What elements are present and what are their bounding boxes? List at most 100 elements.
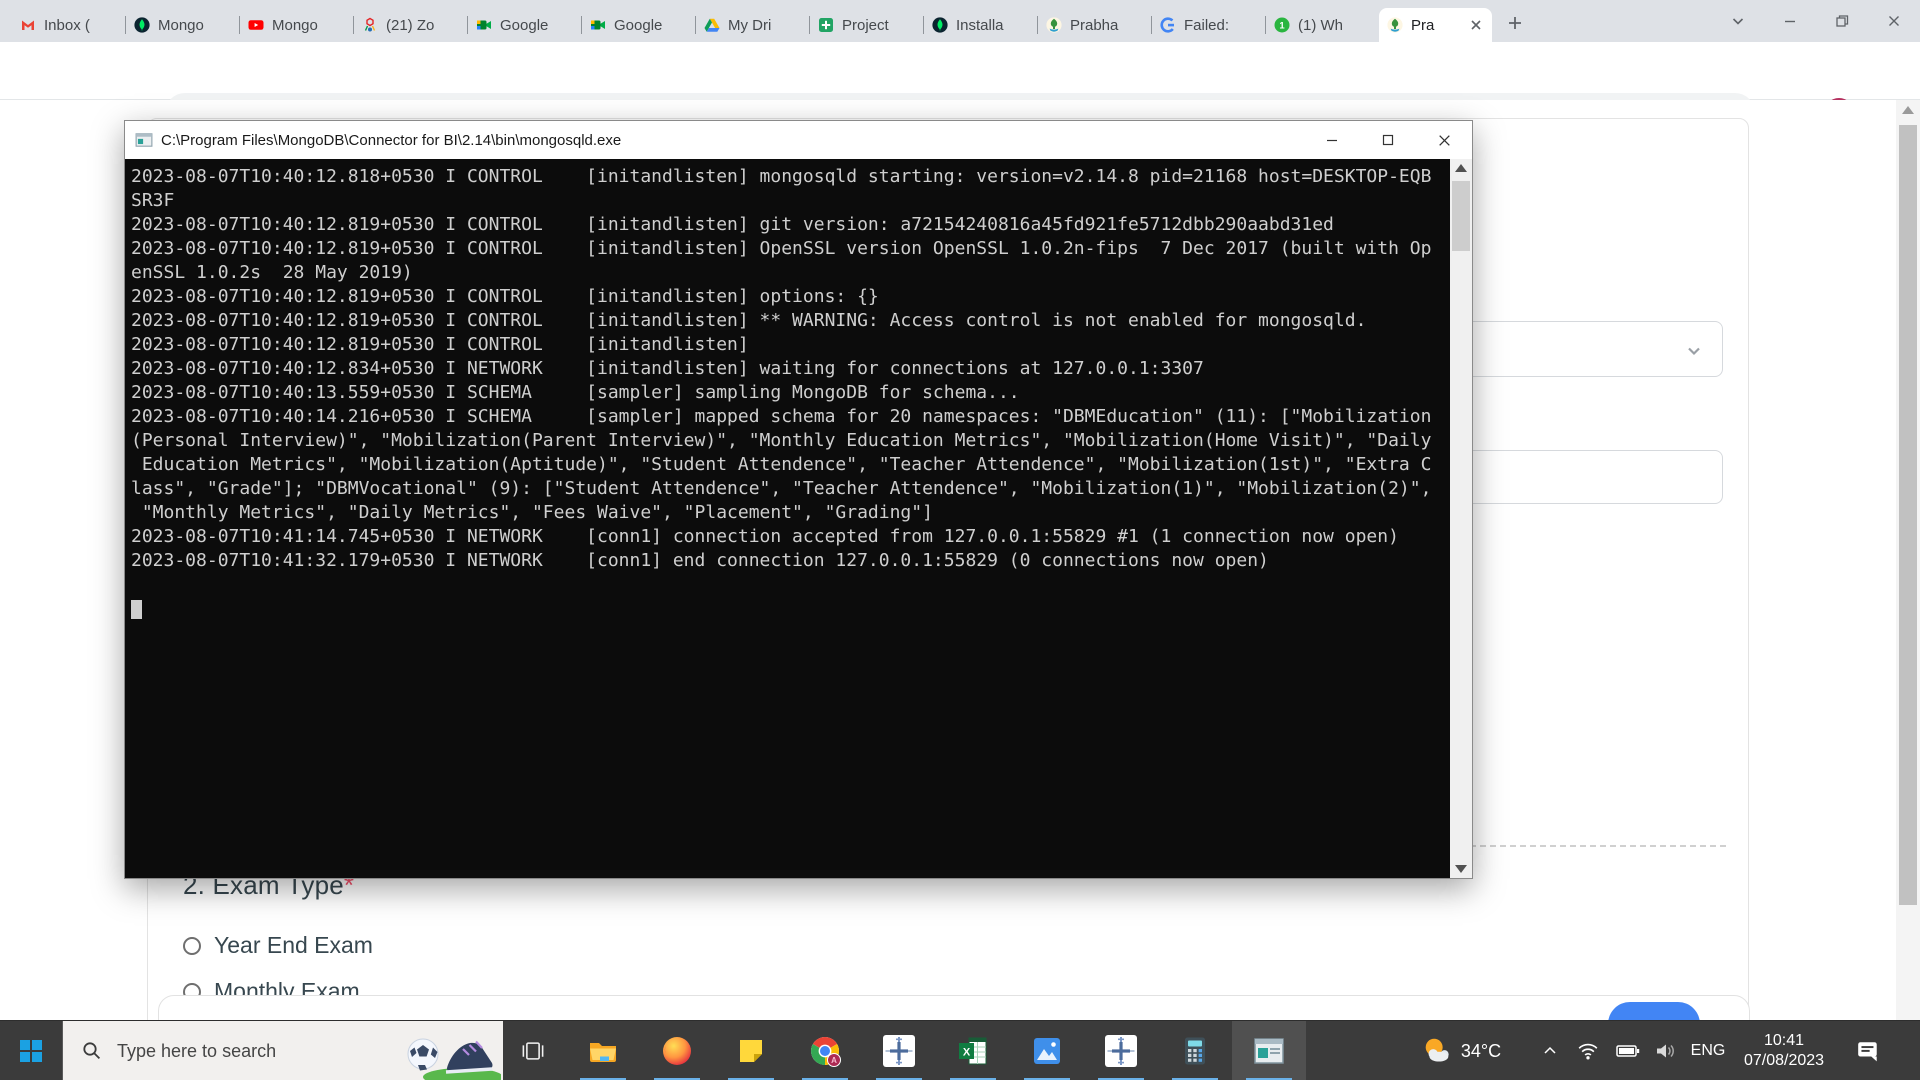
- volume-status[interactable]: [1648, 1021, 1684, 1080]
- action-center-button[interactable]: [1844, 1021, 1892, 1080]
- close-tab-icon[interactable]: [1468, 17, 1484, 33]
- tableau-icon: [1105, 1035, 1137, 1067]
- windows-logo-icon: [19, 1039, 43, 1063]
- excel-taskbar-button[interactable]: X: [936, 1021, 1010, 1080]
- tab-strip-tabs: Inbox (MongoMongo(21) ZoGoogleGoogleMy D…: [0, 0, 1492, 42]
- mongodb-icon: [134, 17, 150, 33]
- mongodb-icon: [932, 17, 948, 33]
- notification-icon: [1856, 1039, 1880, 1063]
- console-body[interactable]: 2023-08-07T10:40:12.818+0530 I CONTROL […: [125, 159, 1450, 878]
- calculator-taskbar-button[interactable]: [1158, 1021, 1232, 1080]
- tab-title: (1) Wh: [1298, 17, 1371, 34]
- console-icon: [135, 131, 153, 149]
- photos-taskbar-button[interactable]: [1010, 1021, 1084, 1080]
- tab-1-wh[interactable]: 1 (1) Wh: [1266, 8, 1379, 42]
- console-log-line: 2023-08-07T10:40:12.834+0530 I NETWORK […: [131, 357, 1450, 381]
- plus-icon: [1505, 13, 1525, 33]
- football-doodle: [397, 1027, 501, 1080]
- tab-my-dri[interactable]: My Dri: [696, 8, 809, 42]
- language-indicator[interactable]: ENG: [1686, 1021, 1730, 1080]
- tab-google[interactable]: Google: [582, 8, 695, 42]
- minimize-window-button[interactable]: [1764, 0, 1816, 42]
- search-placeholder: Type here to search: [117, 1041, 276, 1062]
- page-scrollbar-thumb[interactable]: [1899, 125, 1917, 905]
- tab-21-zo[interactable]: (21) Zo: [354, 8, 467, 42]
- tab-title: Prabha: [1070, 17, 1143, 34]
- console-log-line: 2023-08-07T10:40:14.216+0530 I SCHEMA [s…: [131, 405, 1450, 429]
- console-log-line: 2023-08-07T10:40:12.819+0530 I CONTROL […: [131, 333, 1450, 357]
- console-minimize-button[interactable]: [1304, 121, 1360, 159]
- chevron-down-icon: [1684, 341, 1704, 361]
- weather-icon: [1421, 1035, 1453, 1067]
- page-scrollbar[interactable]: [1896, 100, 1920, 1080]
- console-window-controls: [1304, 121, 1472, 159]
- console-log-line: enSSL 1.0.2s 28 May 2019): [131, 261, 1450, 285]
- console-window[interactable]: C:\Program Files\MongoDB\Connector for B…: [124, 120, 1473, 879]
- close-window-button[interactable]: [1868, 0, 1920, 42]
- minimize-icon: [1782, 13, 1798, 29]
- svg-text:1: 1: [1279, 21, 1285, 32]
- clock-widget[interactable]: 10:41 07/08/2023: [1732, 1021, 1836, 1080]
- sticky-notes-icon: [735, 1035, 767, 1067]
- console-log-line: 2023-08-07T10:40:13.559+0530 I SCHEMA [s…: [131, 381, 1450, 405]
- battery-status[interactable]: [1610, 1021, 1646, 1080]
- tab-title: Inbox (: [44, 17, 117, 34]
- photos-icon: [1031, 1035, 1063, 1067]
- minimize-icon: [1325, 133, 1339, 147]
- tab-installa[interactable]: Installa: [924, 8, 1037, 42]
- firefox-icon: [661, 1035, 693, 1067]
- start-button[interactable]: [0, 1021, 62, 1080]
- wifi-status[interactable]: [1570, 1021, 1606, 1080]
- scroll-up-icon[interactable]: [1455, 164, 1467, 172]
- option-year-end-exam[interactable]: Year End Exam: [183, 932, 373, 959]
- console-scrollbar[interactable]: [1450, 159, 1472, 878]
- search-icon: [81, 1040, 103, 1062]
- radio-button[interactable]: [183, 937, 201, 955]
- tab-search-chevron-icon[interactable]: [1712, 0, 1764, 42]
- tab-title: Project: [842, 17, 915, 34]
- scroll-up-icon[interactable]: [1902, 106, 1914, 114]
- console-log-line: Education Metrics", "Mobilization(Aptitu…: [131, 453, 1450, 477]
- task-view-button[interactable]: [502, 1021, 564, 1080]
- chrome-taskbar-button[interactable]: A: [788, 1021, 862, 1080]
- console-window-taskbar-button[interactable]: [1232, 1021, 1306, 1080]
- tab-inbox[interactable]: Inbox (: [12, 8, 125, 42]
- console-log-line: 2023-08-07T10:40:12.818+0530 I CONTROL […: [131, 165, 1450, 189]
- console-title-bar[interactable]: C:\Program Files\MongoDB\Connector for B…: [125, 121, 1472, 159]
- console-close-button[interactable]: [1416, 121, 1472, 159]
- file-explorer-taskbar-button[interactable]: [566, 1021, 640, 1080]
- tab-mongo[interactable]: Mongo: [126, 8, 239, 42]
- tab-project[interactable]: Project: [810, 8, 923, 42]
- tab-pra[interactable]: Pra: [1379, 8, 1492, 42]
- tab-title: My Dri: [728, 17, 801, 34]
- console-log-line: SR3F: [131, 189, 1450, 213]
- svg-text:X: X: [963, 1047, 971, 1059]
- tab-failed[interactable]: Failed:: [1152, 8, 1265, 42]
- option-label: Year End Exam: [214, 932, 373, 959]
- browser-toolbar: prabhaav.ai/survey/84a5460a-c4b9-4a1a-bb…: [0, 42, 1920, 100]
- tableau-taskbar-button[interactable]: [862, 1021, 936, 1080]
- prabhaav-icon: [1387, 17, 1403, 33]
- tableau-taskbar-button[interactable]: [1084, 1021, 1158, 1080]
- time-text: 10:41: [1764, 1031, 1804, 1051]
- file-explorer-icon: [587, 1035, 619, 1067]
- whatsapp-icon: 1: [1274, 17, 1290, 33]
- taskbar-search[interactable]: Type here to search: [62, 1021, 503, 1080]
- sticky-notes-taskbar-button[interactable]: [714, 1021, 788, 1080]
- console-log-line: "Monthly Metrics", "Daily Metrics", "Fee…: [131, 501, 1450, 525]
- tab-mongo[interactable]: Mongo: [240, 8, 353, 42]
- scroll-down-icon[interactable]: [1455, 865, 1467, 873]
- restore-window-button[interactable]: [1816, 0, 1868, 42]
- browser-window-controls: [1712, 0, 1920, 42]
- console-maximize-button[interactable]: [1360, 121, 1416, 159]
- console-log-line: (Personal Interview)", "Mobilization(Par…: [131, 429, 1450, 453]
- tab-prabha[interactable]: Prabha: [1038, 8, 1151, 42]
- new-tab-button[interactable]: [1500, 8, 1530, 38]
- console-scrollbar-thumb[interactable]: [1452, 181, 1470, 251]
- hidden-icons-button[interactable]: [1534, 1021, 1566, 1080]
- meet-icon: [476, 17, 492, 33]
- chrome-icon: A: [809, 1035, 841, 1067]
- weather-widget[interactable]: 34°C: [1396, 1021, 1526, 1080]
- tab-google[interactable]: Google: [468, 8, 581, 42]
- firefox-taskbar-button[interactable]: [640, 1021, 714, 1080]
